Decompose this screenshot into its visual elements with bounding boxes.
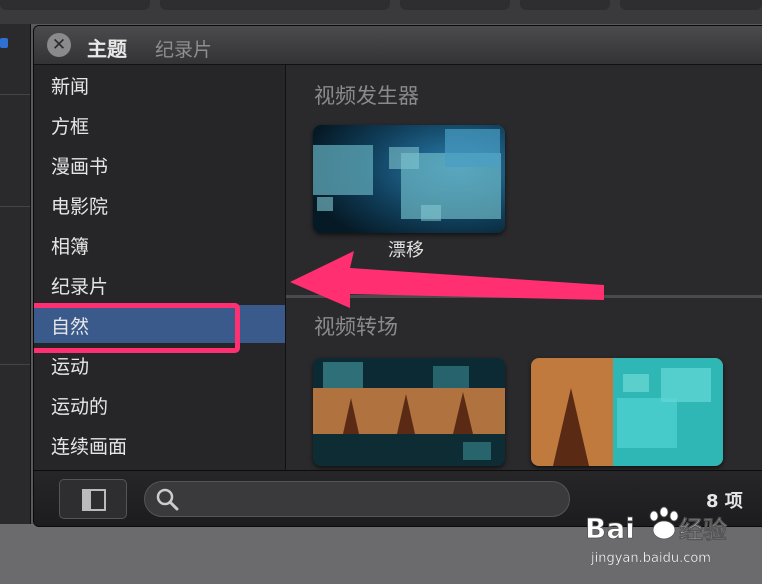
annotation-arrow xyxy=(290,251,604,308)
svg-text:经验: 经验 xyxy=(679,516,727,544)
svg-text:Bai: Bai xyxy=(585,512,635,545)
baidu-logo: Bai 经验 jingyan.baidu.com xyxy=(585,506,727,566)
baidu-jingyan-watermark: Bai 经验 jingyan.baidu.com xyxy=(585,500,755,579)
svg-text:jingyan.baidu.com: jingyan.baidu.com xyxy=(590,551,711,566)
